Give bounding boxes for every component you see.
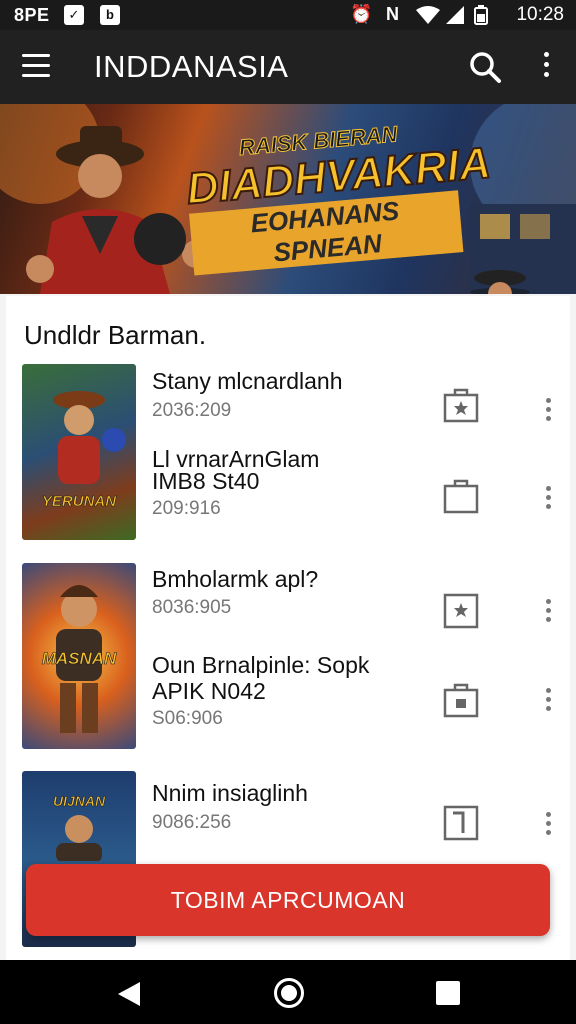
- list-item-title[interactable]: Oun Brnalpinle: Sopk: [152, 652, 369, 679]
- recent-apps-icon[interactable]: [436, 981, 460, 1005]
- app-title: INDDANASIA: [94, 49, 289, 84]
- list-item-meta: 8036:905: [152, 597, 232, 618]
- battery-icon: [474, 5, 488, 25]
- search-icon[interactable]: [468, 50, 502, 84]
- menu-icon[interactable]: [22, 54, 50, 78]
- list-item-meta: 2036:209: [152, 400, 232, 421]
- thumbnail-artwork: [56, 815, 102, 861]
- thumbnail-label: UIJNAN: [52, 793, 106, 810]
- row-more-icon[interactable]: [543, 398, 553, 422]
- thumbnail-artwork: [53, 391, 126, 484]
- banner-title-block: RAISK BIERAN DIADHVAKRIA EOHANANS SPNEAN: [183, 116, 494, 276]
- signal-icon: [446, 6, 464, 24]
- no-sim-icon: N: [386, 4, 399, 24]
- game-thumbnail[interactable]: YERUNAN: [22, 364, 136, 540]
- list-item-title[interactable]: Nnim insiaglinh: [152, 780, 308, 807]
- save-icon[interactable]: [443, 478, 479, 514]
- wifi-icon: [416, 6, 440, 24]
- primary-action-button[interactable]: TOBIM APRCUMOAN: [26, 864, 550, 936]
- save-icon[interactable]: [443, 387, 479, 423]
- checkbox-notification-icon: ✓: [64, 5, 84, 25]
- row-more-icon[interactable]: [543, 688, 553, 712]
- app-bar: INDDANASIA: [0, 30, 576, 104]
- thumbnail-label: MASNAN: [41, 649, 117, 669]
- row-more-icon[interactable]: [543, 486, 553, 510]
- alarm-icon: ⏰: [350, 4, 373, 24]
- thumbnail-label: YERUNAN: [41, 493, 117, 511]
- list-item-title[interactable]: Stany mlcnardlanh: [152, 368, 343, 395]
- save-icon[interactable]: [443, 805, 479, 841]
- list-item-meta: 9086:256: [152, 812, 232, 833]
- system-nav-bar: [0, 960, 576, 1024]
- status-carrier-text: 8PE: [14, 5, 50, 25]
- save-icon[interactable]: [443, 593, 479, 629]
- list-item-meta: S06:906: [152, 708, 223, 729]
- list-item-subtitle: APIK N042: [152, 678, 266, 704]
- game-thumbnail[interactable]: MASNAN: [22, 563, 136, 749]
- list-item-subtitle: IMB8 St40: [152, 468, 260, 494]
- status-bar: 8PE ✓ b ⏰ N 10:28: [0, 0, 576, 30]
- row-more-icon[interactable]: [543, 812, 553, 836]
- list-item-meta: 209:916: [152, 498, 221, 519]
- more-options-icon[interactable]: [536, 52, 556, 82]
- app-notification-icon: b: [100, 5, 120, 25]
- featured-banner[interactable]: RAISK BIERAN DIADHVAKRIA EOHANANS SPNEAN: [0, 104, 576, 294]
- row-more-icon[interactable]: [543, 599, 553, 623]
- list-item-title[interactable]: Bmholarmk apl?: [152, 566, 318, 593]
- home-icon[interactable]: [274, 978, 304, 1008]
- save-icon[interactable]: [443, 682, 479, 718]
- status-time: 10:28: [516, 4, 564, 25]
- section-title: Undldr Barman.: [24, 320, 207, 350]
- back-icon[interactable]: [116, 980, 142, 1008]
